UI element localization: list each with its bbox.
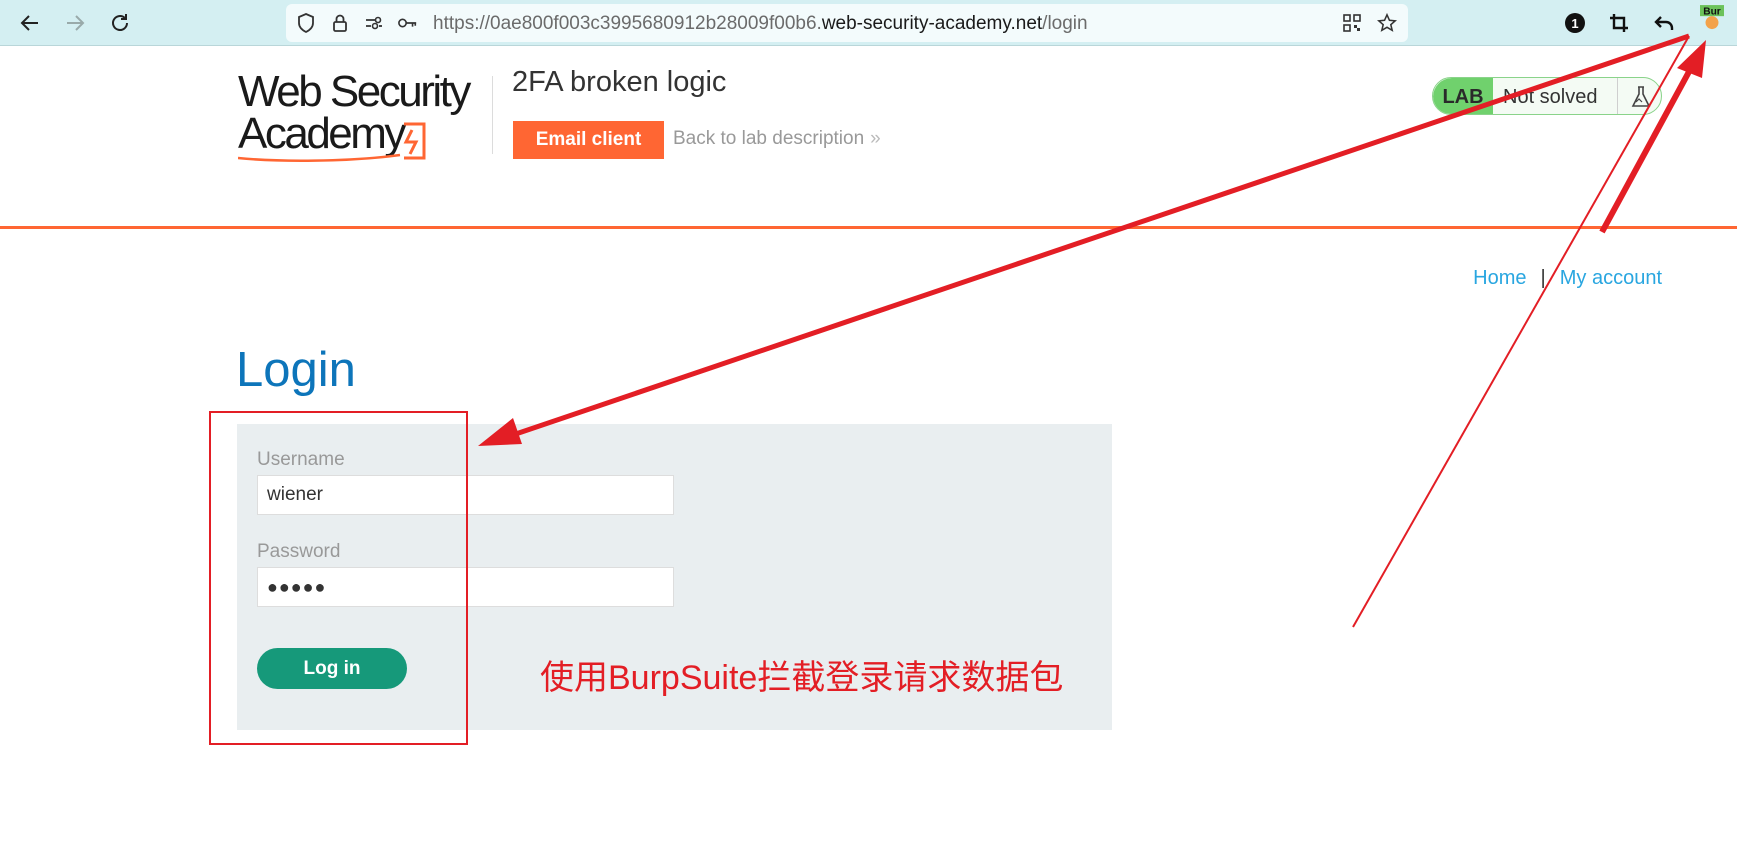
browser-toolbar: https://0ae800f003c3995680912b28009f00b6… [0, 0, 1737, 46]
url-text[interactable]: https://0ae800f003c3995680912b28009f00b6… [433, 13, 1088, 35]
crop-icon[interactable] [1607, 11, 1631, 35]
lock-icon[interactable] [330, 13, 350, 33]
reload-icon[interactable] [103, 6, 137, 40]
annotation-text: 使用BurpSuite拦截登录请求数据包 [540, 659, 1064, 697]
burp-extension-icon[interactable]: Bur [1700, 5, 1724, 30]
logo-line2: Academy [238, 109, 406, 158]
annotation-highlight-box [209, 411, 468, 745]
url-path: /login [1042, 13, 1088, 34]
url-prefix: https://0ae800f003c3995680912b28009f00b6… [433, 13, 822, 34]
email-client-button[interactable]: Email client [513, 121, 664, 159]
annotation-line-to-burp [1352, 35, 1690, 628]
shield-icon[interactable] [296, 13, 316, 33]
lab-badge: LAB [1433, 78, 1493, 114]
star-icon[interactable] [1377, 12, 1397, 33]
flask-icon[interactable] [1617, 78, 1661, 114]
lab-title: 2FA broken logic [512, 66, 727, 98]
notification-badge[interactable]: 1 [1563, 11, 1587, 35]
nav-home-link[interactable]: Home [1473, 267, 1526, 289]
back-to-lab-description-link[interactable]: Back to lab description» [673, 128, 881, 150]
back-link-label: Back to lab description [673, 128, 865, 149]
back-icon[interactable] [13, 6, 47, 40]
header-divider [492, 76, 493, 154]
lab-status-text: Not solved [1503, 86, 1598, 108]
nav-separator: | [1540, 267, 1546, 289]
permissions-icon[interactable] [364, 13, 384, 33]
key-icon[interactable] [398, 13, 418, 33]
forward-icon[interactable] [58, 6, 92, 40]
top-nav: Home | My account [1473, 267, 1662, 290]
lab-status-widget: LAB Not solved [1432, 77, 1662, 115]
double-chevron-icon: » [870, 128, 880, 149]
undo-icon[interactable] [1652, 11, 1676, 35]
page-title: Login [236, 343, 356, 397]
url-host: web-security-academy.net [821, 13, 1043, 34]
badge-count: 1 [1571, 16, 1578, 31]
header-rule [0, 226, 1737, 229]
qr-code-icon[interactable] [1342, 13, 1362, 33]
nav-my-account-link[interactable]: My account [1560, 267, 1662, 289]
web-security-academy-logo[interactable]: Web Security Academy [237, 67, 488, 166]
ext-label: Bur [1703, 6, 1721, 17]
url-bar[interactable]: https://0ae800f003c3995680912b28009f00b6… [286, 4, 1408, 42]
